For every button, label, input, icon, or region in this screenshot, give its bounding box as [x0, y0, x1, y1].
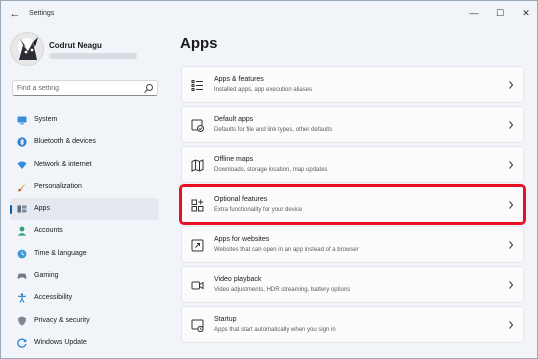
card-subtitle: Video adjustments, HDR streaming, batter…: [214, 287, 351, 293]
card-title: Apps for websites: [214, 236, 270, 243]
card-title: Offline maps: [214, 156, 254, 163]
link-window-icon: [191, 239, 204, 252]
card-title: Optional features: [214, 196, 268, 203]
sidebar-item-label: Privacy & security: [34, 316, 90, 324]
sidebar-item-privacy-security[interactable]: Privacy & security: [10, 310, 159, 332]
sidebar-item-label: Network & internet: [34, 160, 92, 168]
chevron-right-icon: [507, 159, 515, 171]
page-title: Apps: [180, 35, 218, 52]
chevron-right-icon: [507, 319, 515, 331]
card-apps-features[interactable]: Apps & features Installed apps, app exec…: [181, 66, 524, 103]
chevron-right-icon: [507, 239, 515, 251]
settings-window: ← Settings — ☐ ✕ Codrut Neagu System Blu…: [0, 0, 538, 359]
card-apps-for-websites[interactable]: Apps for websites Websites that can open…: [181, 226, 524, 263]
card-title: Startup: [214, 316, 237, 323]
bluetooth-icon: [17, 137, 27, 147]
gamepad-icon: [17, 271, 27, 281]
video-icon: [191, 279, 204, 292]
sidebar-item-bluetooth[interactable]: Bluetooth & devices: [10, 131, 159, 153]
sidebar-item-label: System: [34, 116, 58, 123]
title-bar: ← Settings — ☐ ✕: [1, 1, 537, 27]
sidebar-item-network[interactable]: Network & internet: [10, 154, 159, 176]
maximize-button[interactable]: ☐: [489, 5, 511, 21]
list-icon: [191, 79, 204, 92]
card-subtitle: Extra functionality for your device: [214, 207, 303, 213]
chevron-right-icon: [507, 199, 515, 211]
sidebar-item-label: Time & language: [34, 249, 87, 257]
sidebar-item-accessibility[interactable]: Accessibility: [10, 287, 159, 309]
card-subtitle: Defaults for file and link types, other …: [214, 127, 333, 133]
map-icon: [191, 159, 204, 172]
monitor-icon: [17, 115, 27, 125]
wifi-icon: [17, 160, 27, 170]
add-grid-icon: [191, 199, 204, 212]
apps-icon: [17, 204, 27, 214]
shield-icon: [17, 316, 27, 326]
sidebar-item-time-language[interactable]: Time & language: [10, 243, 159, 265]
search-input[interactable]: [17, 83, 137, 94]
card-optional-features[interactable]: Optional features Extra functionality fo…: [179, 184, 526, 225]
chevron-right-icon: [507, 279, 515, 291]
sidebar-item-label: Bluetooth & devices: [34, 138, 96, 146]
back-button[interactable]: ←: [7, 7, 23, 21]
sidebar-item-label: Accounts: [34, 227, 63, 235]
card-video-playback[interactable]: Video playback Video adjustments, HDR st…: [181, 266, 524, 303]
card-offline-maps[interactable]: Offline maps Downloads, storage location…: [181, 146, 524, 183]
sidebar-item-label: Gaming: [34, 272, 59, 280]
app-title: Settings: [29, 10, 55, 17]
sidebar-item-label: Accessibility: [34, 294, 73, 302]
accessibility-icon: [17, 293, 27, 304]
card-startup[interactable]: Startup Apps that start automatically wh…: [181, 306, 524, 343]
card-title: Default apps: [214, 116, 254, 123]
card-title: Apps & features: [214, 76, 264, 83]
sidebar-item-label: Personalization: [34, 182, 82, 190]
sidebar-item-apps[interactable]: Apps: [10, 198, 159, 221]
sidebar-item-windows-update[interactable]: Windows Update: [10, 332, 159, 354]
search-icon[interactable]: [143, 83, 154, 94]
person-icon: [17, 226, 27, 237]
sidebar-item-personalization[interactable]: Personalization: [10, 176, 159, 198]
card-subtitle: Apps that start automatically when you s…: [214, 327, 336, 333]
card-default-apps[interactable]: Default apps Defaults for file and link …: [181, 106, 524, 143]
search-box[interactable]: [12, 80, 158, 96]
card-subtitle: Downloads, storage location, map updates: [214, 167, 328, 173]
avatar-image: [19, 37, 38, 60]
sidebar-item-system[interactable]: System: [10, 109, 159, 131]
card-subtitle: Websites that can open in an app instead…: [214, 247, 359, 253]
startup-icon: [191, 319, 204, 332]
update-icon: [17, 338, 27, 348]
user-email-redacted: [49, 53, 137, 59]
sidebar-item-label: Apps: [34, 205, 50, 213]
sidebar-item-gaming[interactable]: Gaming: [10, 265, 159, 287]
default-apps-icon: [191, 119, 204, 132]
brush-icon: [17, 182, 27, 192]
minimize-button[interactable]: —: [463, 5, 485, 21]
close-button[interactable]: ✕: [515, 5, 537, 21]
chevron-right-icon: [507, 79, 515, 91]
chevron-right-icon: [507, 119, 515, 131]
user-name: Codrut Neagu: [49, 41, 102, 50]
card-subtitle: Installed apps, app execution aliases: [214, 87, 313, 93]
avatar[interactable]: [10, 32, 44, 66]
card-title: Video playback: [214, 276, 262, 283]
sidebar-item-label: Windows Update: [34, 338, 87, 346]
sidebar-item-accounts[interactable]: Accounts: [10, 220, 159, 242]
sidebar-nav: System Bluetooth & devices Network & int…: [10, 109, 159, 354]
globe-clock-icon: [17, 249, 27, 259]
